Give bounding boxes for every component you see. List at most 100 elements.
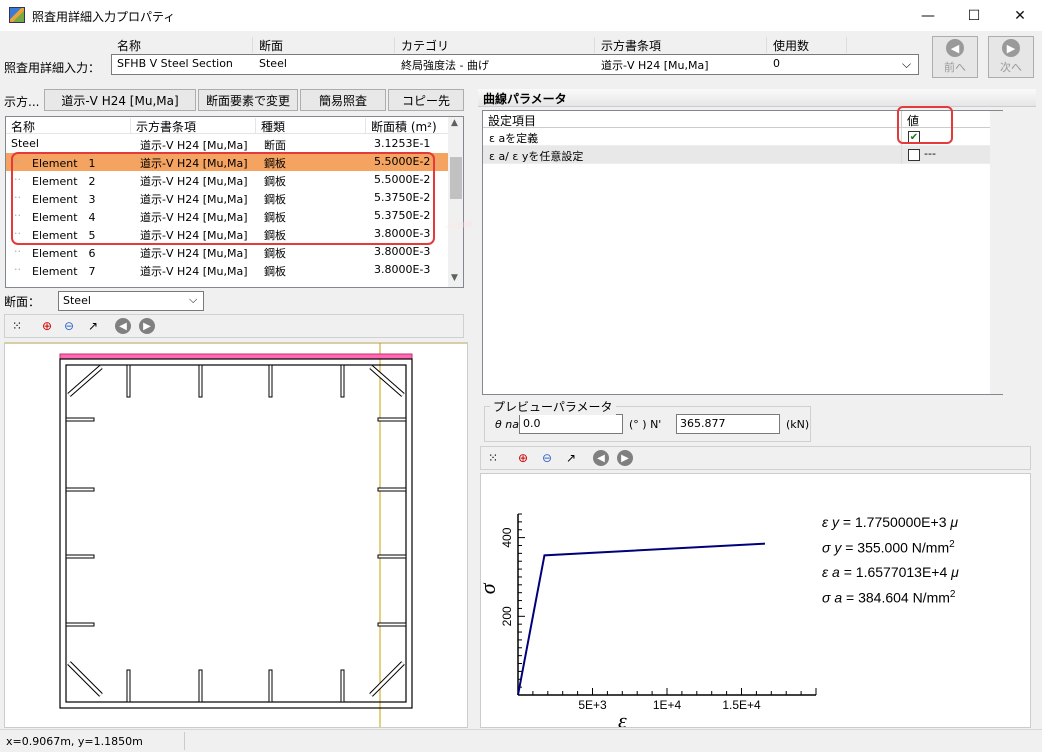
- detail-input-label: 照査用詳細入力：: [4, 61, 101, 75]
- zoom-window-icon[interactable]: ⊕: [39, 318, 55, 334]
- stiffener: [377, 622, 407, 627]
- col-code[interactable]: 示方書条項: [131, 118, 256, 134]
- header-name: 名称: [111, 37, 253, 53]
- n-input[interactable]: 365.877: [676, 414, 780, 434]
- param-extra: ---: [924, 147, 936, 160]
- maximize-button[interactable]: ☐: [951, 0, 997, 31]
- x-tick-label: 5E+3: [578, 698, 607, 712]
- cell-area: 3.8000E-3: [374, 245, 431, 258]
- param-name: ε aを定義: [489, 132, 539, 145]
- x-tick-label: 1.5E+4: [722, 698, 761, 712]
- theta-label: θ na: [495, 418, 519, 431]
- annotation-unit: 2: [949, 539, 955, 550]
- forward-icon[interactable]: ▶: [617, 450, 633, 466]
- theta-input[interactable]: 0.0: [519, 414, 623, 434]
- stiffener: [268, 669, 273, 703]
- detail-selector-bar: 照査用詳細入力： 名称 断面 カテゴリ 示方書条項 使用数 SFHB V Ste…: [0, 31, 1042, 89]
- tree-connector: ··: [14, 263, 21, 276]
- stiffener: [65, 487, 95, 492]
- zoom-window-icon[interactable]: ⊕: [515, 450, 531, 466]
- pan-icon[interactable]: ↗: [85, 318, 101, 334]
- chevron-down-icon: ⌵: [189, 293, 198, 306]
- minimize-button[interactable]: —: [905, 0, 951, 31]
- annotation-symbol: σ a: [822, 589, 843, 606]
- cell-kind: 鋼板: [264, 265, 286, 278]
- scroll-down-icon[interactable]: ▼: [451, 273, 458, 283]
- chevron-down-icon[interactable]: ⌵: [902, 57, 911, 72]
- col-name[interactable]: 名称: [6, 118, 131, 134]
- cell-area: 3.1253E-1: [374, 137, 431, 150]
- cell-kind: 鋼板: [264, 247, 286, 260]
- col-kind[interactable]: 種類: [256, 118, 366, 134]
- next-button[interactable]: ▶ 次へ: [988, 36, 1034, 78]
- annotation-unit: μ: [951, 564, 959, 580]
- preview-title: プレビューパラメータ: [490, 398, 616, 415]
- simple-check-button[interactable]: 簡易照査: [300, 89, 386, 111]
- annotation-unit: μ: [950, 514, 959, 530]
- cell-area: 3.8000E-3: [374, 263, 431, 276]
- combo-section: Steel: [259, 57, 287, 70]
- annotation-value: = 1.6577013E+4: [839, 564, 952, 580]
- arrow-right-icon: ▶: [1002, 39, 1020, 57]
- box-outer: [59, 358, 413, 709]
- stiffener: [198, 669, 203, 703]
- combo-usage: 0: [773, 57, 780, 70]
- deg-label: (° ) N': [629, 418, 662, 431]
- app-icon: [9, 7, 25, 23]
- param-row[interactable]: ε a/ ε yを任意設定 ---: [483, 146, 1004, 164]
- title-bar: 照査用詳細入力プロパティ — ☐ ✕: [0, 0, 1042, 31]
- kn-unit: (kN): [786, 418, 810, 431]
- annotation-value: = 355.000 N/mm: [841, 539, 950, 556]
- combo-code: 道示-V H24 [Mu,Ma]: [601, 59, 709, 72]
- header-category: カテゴリ: [395, 37, 595, 53]
- x-tick-label: 1E+4: [653, 698, 682, 712]
- header-section: 断面: [253, 37, 395, 53]
- cell-name: Element 6: [32, 247, 96, 260]
- section-drawing[interactable]: [4, 342, 468, 728]
- cell-code: 道示-V H24 [Mu,Ma]: [140, 247, 248, 260]
- detail-combo[interactable]: SFHB V Steel Section Steel 終局強度法 - 曲げ 道示…: [111, 54, 919, 75]
- code-button[interactable]: 道示-V H24 [Mu,Ma]: [44, 89, 196, 111]
- forward-icon[interactable]: ▶: [139, 318, 155, 334]
- stress-strain-chart[interactable]: 5E+3 1E+4 1.5E+4 200 400 ε σ ε y = 1.7750000E+…: [475, 473, 1031, 733]
- prev-label: 前へ: [944, 61, 966, 74]
- chart-toolbar: ⁙ ⊕ ⊖ ↗ ◀ ▶: [480, 446, 1031, 470]
- status-bar: x=0.9067m, y=1.1850m: [0, 729, 1042, 752]
- param-name: ε a/ ε yを任意設定: [489, 150, 584, 163]
- change-by-element-button[interactable]: 断面要素で変更: [198, 89, 298, 111]
- fit-view-icon[interactable]: ⁙: [9, 318, 25, 334]
- zoom-out-icon[interactable]: ⊖: [539, 450, 555, 466]
- section-select-value: Steel: [63, 294, 91, 307]
- prev-button[interactable]: ◀ 前へ: [932, 36, 978, 78]
- right-panel: 曲線パラメータ 設定項目 値 ε aを定義 ✔ ε a/ ε yを任意設定 --- θ…: [472, 89, 1042, 733]
- cell-code: 道示-V H24 [Mu,Ma]: [140, 139, 248, 152]
- cell-kind: 断面: [264, 139, 286, 152]
- back-icon[interactable]: ◀: [593, 450, 609, 466]
- stress-strain-line: [517, 542, 766, 696]
- annotation-symbol: ε y: [822, 514, 840, 530]
- arrow-left-icon: ◀: [946, 39, 964, 57]
- zoom-out-icon[interactable]: ⊖: [61, 318, 77, 334]
- window-title: 照査用詳細入力プロパティ: [32, 10, 176, 24]
- x-axis-label: ε: [618, 708, 627, 727]
- table-row[interactable]: ·· Element 6 道示-V H24 [Mu,Ma] 鋼板 3.8000E-3: [6, 243, 449, 261]
- y-axis-label: σ: [481, 582, 500, 594]
- close-button[interactable]: ✕: [997, 0, 1042, 31]
- fit-view-icon[interactable]: ⁙: [485, 450, 501, 466]
- stiffener: [65, 417, 95, 422]
- section-select[interactable]: Steel ⌵: [58, 291, 204, 311]
- top-flange: [59, 353, 413, 360]
- back-icon[interactable]: ◀: [115, 318, 131, 334]
- stiffener: [377, 554, 407, 559]
- stiffener: [198, 364, 203, 398]
- pan-icon[interactable]: ↗: [563, 450, 579, 466]
- table-row[interactable]: Steel 道示-V H24 [Mu,Ma] 断面 3.1253E-1: [6, 135, 449, 153]
- stiffener: [377, 487, 407, 492]
- combo-category: 終局強度法 - 曲げ: [401, 59, 489, 72]
- combo-header: 名称 断面 カテゴリ 示方書条項 使用数: [111, 37, 919, 53]
- param-grid[interactable]: 設定項目 値 ε aを定義 ✔ ε a/ ε yを任意設定 ---: [482, 110, 1004, 395]
- checkbox[interactable]: [908, 149, 920, 161]
- highlight-box: [11, 152, 435, 245]
- annotation-value: = 384.604 N/mm: [842, 589, 950, 606]
- table-row[interactable]: ·· Element 7 道示-V H24 [Mu,Ma] 鋼板 3.8000E-3: [6, 261, 449, 279]
